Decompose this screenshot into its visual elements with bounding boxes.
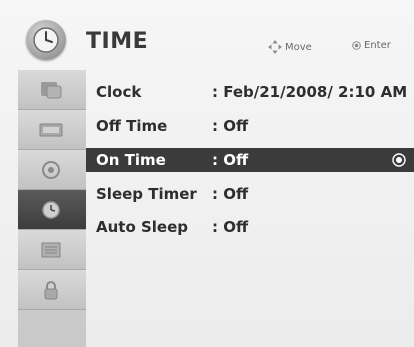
setup-icon <box>41 82 62 99</box>
page-title: TIME <box>86 29 149 54</box>
ok-dot-icon <box>352 41 361 50</box>
menu-row-on-time[interactable]: On Time : Off <box>86 148 414 172</box>
menu-row-off-time[interactable]: Off Time : Off <box>86 114 414 138</box>
row-label: On Time <box>96 151 166 169</box>
row-label: Sleep Timer <box>96 185 197 203</box>
row-label: Clock <box>96 83 142 101</box>
time-icon <box>42 201 60 219</box>
picture-icon <box>39 123 63 137</box>
enter-label: Enter <box>364 40 391 51</box>
lock-icon <box>44 281 58 300</box>
row-value: : Off <box>212 151 249 169</box>
menu-header: TIME Move Enter <box>0 0 414 78</box>
tv-osd-menu: TIME Move Enter Clock: Feb/21/2008/ 2:1… <box>0 0 414 347</box>
sidebar-item-audio[interactable] <box>18 150 86 190</box>
move-hint: Move <box>268 40 312 54</box>
clock-icon <box>26 20 66 60</box>
row-label: Off Time <box>96 117 168 135</box>
category-sidebar <box>18 70 86 347</box>
audio-icon <box>42 161 60 179</box>
sidebar-item-option[interactable] <box>18 230 86 270</box>
selection-radio-icon <box>392 153 406 167</box>
menu-row-auto-sleep[interactable]: Auto Sleep : Off <box>86 215 414 239</box>
move-label: Move <box>285 41 312 53</box>
row-value: : Off <box>212 117 249 135</box>
four-way-arrows-icon <box>268 40 282 54</box>
sidebar-item-setup[interactable] <box>18 70 86 110</box>
sidebar-item-time[interactable] <box>18 190 86 230</box>
menu-row-clock[interactable]: Clock : Feb/21/2008/ 2:10 AM <box>86 80 414 104</box>
option-icon <box>41 242 61 258</box>
row-value: : Off <box>212 185 249 203</box>
row-value: : Off <box>212 218 249 236</box>
enter-hint: Enter <box>352 40 391 51</box>
sidebar-item-picture[interactable] <box>18 110 86 150</box>
row-value: : Feb/21/2008/ 2:10 AM <box>212 83 408 101</box>
row-label: Auto Sleep <box>96 218 189 236</box>
sidebar-item-lock[interactable] <box>18 270 86 310</box>
menu-row-sleep-timer[interactable]: Sleep Timer : Off <box>86 182 414 206</box>
